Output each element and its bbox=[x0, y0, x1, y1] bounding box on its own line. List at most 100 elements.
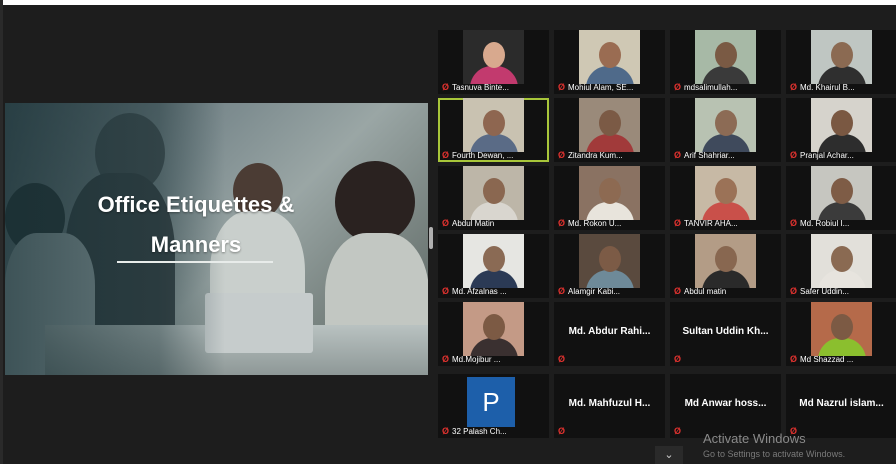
participant-body bbox=[817, 270, 866, 288]
participant-name: Md Shazzad ... bbox=[800, 355, 854, 364]
participant-face bbox=[830, 178, 853, 204]
participant-tile[interactable]: Ø Md. Abdur Rahi... bbox=[554, 302, 665, 366]
participant-tile[interactable]: Ø TANVIR AHA... bbox=[670, 166, 781, 230]
participant-face bbox=[830, 110, 853, 136]
muted-mic-icon: Ø bbox=[674, 218, 682, 228]
participant-face bbox=[482, 178, 505, 204]
participant-face bbox=[482, 246, 505, 272]
participant-name: Mohiul Alam, SE... bbox=[568, 83, 634, 92]
participant-name-display: Sultan Uddin Kh... bbox=[682, 326, 769, 337]
participant-face bbox=[830, 246, 853, 272]
participant-body bbox=[469, 338, 518, 356]
participant-video bbox=[811, 302, 872, 356]
participant-face bbox=[598, 42, 621, 68]
participant-body bbox=[585, 66, 634, 84]
muted-mic-icon: Ø bbox=[790, 82, 798, 92]
participant-tile[interactable]: Ø Zitandra Kum... bbox=[554, 98, 665, 162]
muted-mic-icon: Ø bbox=[674, 354, 682, 364]
participant-name: Md.Mojibur ... bbox=[452, 355, 501, 364]
participant-tile[interactable]: Ø Md.Mojibur ... bbox=[438, 302, 549, 366]
chevron-down-icon[interactable]: ⌄ bbox=[655, 446, 683, 464]
participant-tile[interactable]: Ø Fourth Dewan, ... bbox=[438, 98, 549, 162]
participant-tile[interactable]: Ø Md. Afzalnas ... bbox=[438, 234, 549, 298]
participant-video bbox=[463, 98, 524, 152]
participant-tile[interactable]: Ø Pranjal Achar... bbox=[786, 98, 896, 162]
participant-video bbox=[695, 234, 756, 288]
participant-face bbox=[830, 314, 853, 340]
participant-tile[interactable]: Ø Md. Khairul B... bbox=[786, 30, 896, 94]
participant-tile[interactable]: Ø Tasnuva Binte... bbox=[438, 30, 549, 94]
participant-body bbox=[469, 202, 518, 220]
participant-body bbox=[817, 338, 866, 356]
participant-face bbox=[830, 42, 853, 68]
participant-tile[interactable]: Ø Md. Mahfuzul H... bbox=[554, 374, 665, 438]
muted-mic-icon: Ø bbox=[790, 286, 798, 296]
participant-name: Pranjal Achar... bbox=[800, 151, 854, 160]
participant-video bbox=[579, 166, 640, 220]
participant-video bbox=[463, 166, 524, 220]
participant-video bbox=[463, 30, 524, 84]
muted-mic-icon: Ø bbox=[442, 426, 450, 436]
participant-name: Md. Khairul B... bbox=[800, 83, 855, 92]
participant-face bbox=[598, 110, 621, 136]
participant-name-display: Md. Mahfuzul H... bbox=[568, 398, 651, 409]
participant-face bbox=[714, 42, 737, 68]
muted-mic-icon: Ø bbox=[674, 82, 682, 92]
slide-title-line: Manners bbox=[150, 232, 242, 257]
participant-face bbox=[714, 110, 737, 136]
muted-mic-icon: Ø bbox=[558, 150, 566, 160]
slide-divider bbox=[117, 261, 273, 263]
participant-tile[interactable]: Ø Md Anwar hoss... bbox=[670, 374, 781, 438]
resize-handle[interactable] bbox=[429, 227, 433, 249]
participant-body bbox=[817, 66, 866, 84]
participant-face bbox=[482, 110, 505, 136]
zoom-meeting-window: Office Etiquettes & Manners Ø Tasnuva Bin… bbox=[3, 5, 896, 464]
participant-face bbox=[714, 246, 737, 272]
muted-mic-icon: Ø bbox=[674, 150, 682, 160]
participant-tile[interactable]: Ø Md Shazzad ... bbox=[786, 302, 896, 366]
participant-name: Tasnuva Binte... bbox=[452, 83, 509, 92]
participant-name: Md. Afzalnas ... bbox=[452, 287, 507, 296]
participant-video bbox=[811, 166, 872, 220]
participant-tile[interactable]: Ø Abdul matin bbox=[670, 234, 781, 298]
slide-title: Office Etiquettes & Manners bbox=[65, 185, 327, 265]
participant-tile[interactable]: Ø Mohiul Alam, SE... bbox=[554, 30, 665, 94]
participant-tile[interactable]: Ø Sultan Uddin Kh... bbox=[670, 302, 781, 366]
participant-tile[interactable]: Ø Md. Rokon U... bbox=[554, 166, 665, 230]
participant-video bbox=[695, 30, 756, 84]
participant-video bbox=[695, 166, 756, 220]
muted-mic-icon: Ø bbox=[790, 150, 798, 160]
muted-mic-icon: Ø bbox=[790, 218, 798, 228]
participant-name: Md. Rokon U... bbox=[568, 219, 622, 228]
muted-mic-icon: Ø bbox=[442, 82, 450, 92]
participant-name-display: Md Nazrul islam... bbox=[799, 398, 884, 409]
participant-body bbox=[469, 270, 518, 288]
participant-tile[interactable]: Ø Safer Uddin... bbox=[786, 234, 896, 298]
participant-name: Safer Uddin... bbox=[800, 287, 849, 296]
participant-body bbox=[701, 270, 750, 288]
participant-face bbox=[714, 178, 737, 204]
participant-tile[interactable]: Ø Alamgir Kabi... bbox=[554, 234, 665, 298]
slide-title-line: Office Etiquettes & bbox=[97, 192, 295, 217]
participant-tile[interactable]: Ø Abdul Matin bbox=[438, 166, 549, 230]
participant-tile[interactable]: Ø Md Nazrul islam... bbox=[786, 374, 896, 438]
muted-mic-icon: Ø bbox=[674, 426, 682, 436]
participant-tile[interactable]: Ø Arif Shahriar... bbox=[670, 98, 781, 162]
participant-name: Abdul matin bbox=[684, 287, 727, 296]
participant-name: Abdul Matin bbox=[452, 219, 495, 228]
muted-mic-icon: Ø bbox=[442, 286, 450, 296]
participant-name: Alamgir Kabi... bbox=[568, 287, 621, 296]
participant-body bbox=[585, 134, 634, 152]
muted-mic-icon: Ø bbox=[558, 82, 566, 92]
muted-mic-icon: Ø bbox=[442, 218, 450, 228]
participant-video bbox=[579, 234, 640, 288]
participant-face bbox=[598, 178, 621, 204]
participant-video bbox=[811, 30, 872, 84]
muted-mic-icon: Ø bbox=[558, 286, 566, 296]
participant-tile[interactable]: Ømdsalimullah... bbox=[670, 30, 781, 94]
participant-tile[interactable]: P Ø 32 Palash Ch... bbox=[438, 374, 549, 438]
participant-tile[interactable]: Ø Md. Robiul I... bbox=[786, 166, 896, 230]
muted-mic-icon: Ø bbox=[558, 426, 566, 436]
participant-name: Md. Robiul I... bbox=[800, 219, 850, 228]
participant-body bbox=[817, 134, 866, 152]
